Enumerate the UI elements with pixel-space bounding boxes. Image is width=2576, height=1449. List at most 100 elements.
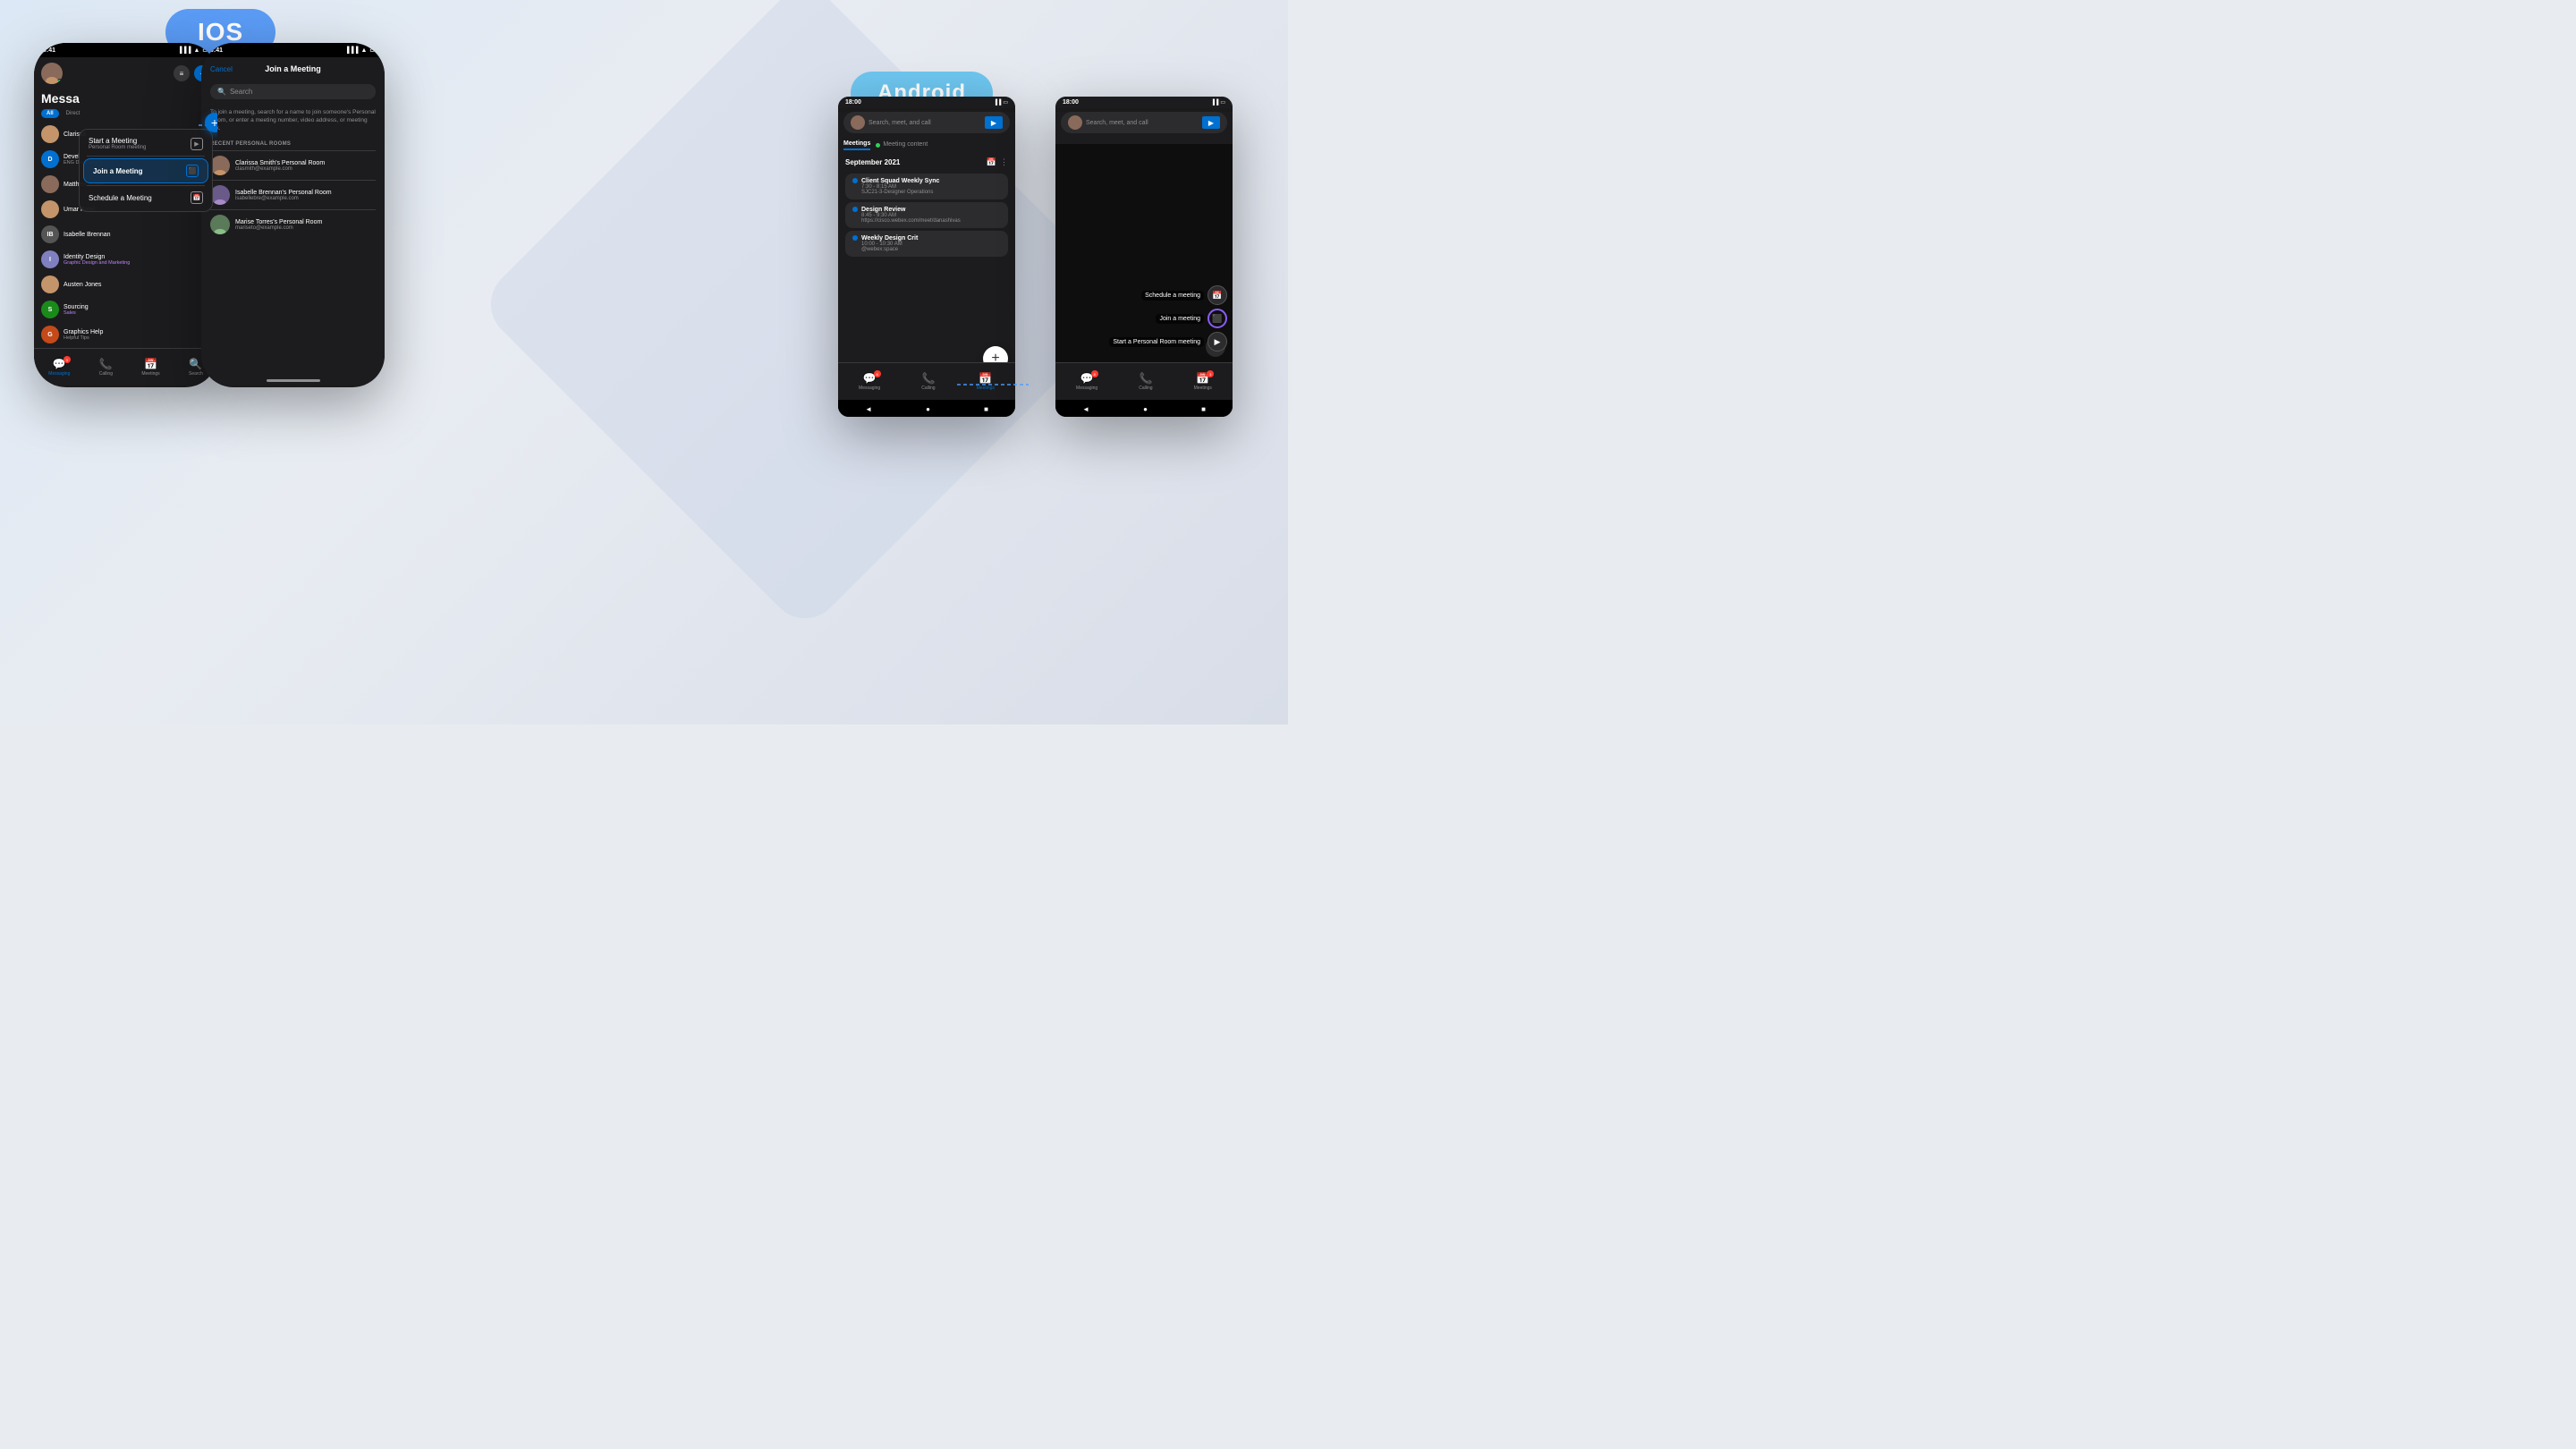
list-item[interactable]: IB Isabelle Brennan (34, 222, 217, 247)
list-item[interactable]: Weekly Design Crit 10:00 - 10:30 AM @web… (845, 231, 1008, 257)
schedule-meeting-item[interactable]: Schedule a Meeting 📅 (80, 186, 212, 209)
more-icon[interactable]: ⋮ (1000, 157, 1008, 167)
meeting-content-dot (876, 143, 880, 148)
overlay-start-item[interactable]: Start a Personal Room meeting ▶ (1109, 332, 1227, 352)
cancel-button[interactable]: Cancel (210, 65, 233, 73)
presence-dot (57, 79, 63, 84)
phone4-android-overlay: 18:00 ▐▐ ▭ Search, meet, and call ▶ Sche… (1055, 97, 1233, 417)
battery-icon-3: ▭ (1003, 99, 1008, 106)
recents-btn-4[interactable]: ■ (1201, 405, 1206, 413)
tab-meetings[interactable]: Meetings (843, 140, 870, 150)
user-avatar[interactable] (41, 63, 63, 84)
android-nav-calling-label-3: Calling (921, 386, 935, 391)
nav-messaging[interactable]: 💬 3 Messaging (48, 358, 70, 377)
search-placeholder: Search (230, 88, 252, 96)
join-label: Join a meeting (1156, 314, 1204, 324)
action-dropdown: Start a Meeting Personal Room meeting ▶ … (79, 129, 213, 212)
phone3-android-meetings: 18:00 ▐▐ ▭ Search, meet, and call ▶ Meet… (838, 97, 1015, 417)
join-meeting-icon: ⬛ (186, 165, 199, 177)
calling-icon-3: 📞 (921, 372, 935, 385)
android-nav-meetings-4[interactable]: 📅 3 Meetings (1194, 372, 1212, 391)
recents-btn-3[interactable]: ■ (984, 405, 988, 413)
android-search-bar-3[interactable]: Search, meet, and call ▶ (843, 112, 1010, 133)
list-item[interactable]: S Sourcing Sales (34, 297, 217, 322)
list-item[interactable]: Austen Jones (34, 272, 217, 297)
start-icon-btn[interactable]: ▶ (1208, 332, 1227, 352)
android-nav-messaging-4[interactable]: 💬 8 Messaging (1076, 372, 1097, 391)
phone3-time: 18:00 (845, 99, 861, 106)
android-nav-messaging-label-3: Messaging (859, 386, 880, 391)
nav-messaging-label: Messaging (48, 371, 70, 377)
meeting-row-2: Design Review 8:45 - 9:30 AM https://cis… (852, 207, 1001, 224)
phone3-status-icons: ▐▐ ▭ (994, 99, 1008, 106)
home-btn-3[interactable]: ● (926, 405, 930, 413)
list-item[interactable]: G Graphics Help Helpful Tips (34, 322, 217, 347)
phone2-status-bar: 9:41 ▐▐▐ ▲ ▭ (201, 43, 385, 57)
battery-icon-4: ▭ (1220, 99, 1225, 106)
start-meeting-sub: Personal Room meeting (89, 145, 146, 150)
schedule-icon-btn[interactable]: 📅 (1208, 285, 1227, 305)
tab-all[interactable]: All (41, 109, 59, 118)
schedule-label: Schedule a meeting (1141, 291, 1204, 301)
signal-icon-2: ▐▐▐ (345, 47, 359, 54)
room-info-isabelle: Isabelle Brennan's Personal Room isabell… (235, 190, 332, 201)
android-nav-calling-label-4: Calling (1139, 386, 1152, 391)
compose-icon[interactable]: ≡ (174, 65, 190, 81)
room-avatar-isabelle (210, 185, 230, 205)
phone2-ios-join: 9:41 ▐▐▐ ▲ ▭ Cancel Join a Meeting 🔍 Sea… (201, 43, 385, 387)
start-meeting-item[interactable]: Start a Meeting Personal Room meeting ▶ (80, 131, 212, 156)
room-info-marise: Marise Torres's Personal Room mariseto@e… (235, 219, 322, 231)
meeting-dot-1 (852, 178, 858, 183)
android-nav-meetings-3[interactable]: 📅 Meetings (977, 372, 995, 391)
join-search-bar[interactable]: 🔍 Search (210, 84, 376, 99)
android-system-nav-4: ◄ ● ■ (1055, 400, 1233, 417)
meetings-badge-4: 3 (1207, 370, 1214, 377)
room-avatar-marise (210, 215, 230, 234)
nav-meetings[interactable]: 📅 Meetings (141, 358, 159, 377)
meetings-icon-3: 📅 (979, 372, 992, 385)
tab-meeting-content-label: Meeting content (883, 141, 928, 149)
back-btn-3[interactable]: ◄ (865, 405, 872, 413)
join-icon-btn[interactable]: ⬛ (1208, 309, 1227, 328)
contact-info-austen: Austen Jones (64, 282, 101, 288)
search-placeholder-3: Search, meet, and call (869, 120, 931, 126)
bottom-navigation: 💬 3 Messaging 📞 Calling 📅 Meetings 🔍 Sea… (34, 348, 217, 386)
android-nav-calling-3[interactable]: 📞 Calling (921, 372, 935, 391)
overlay-schedule-item[interactable]: Schedule a meeting 📅 (1109, 285, 1227, 305)
android-nav-messaging-3[interactable]: 💬 8 Messaging (859, 372, 880, 391)
android-bottom-nav-3: 💬 8 Messaging 📞 Calling 📅 Meetings (838, 362, 1015, 400)
list-item[interactable]: Marise Torres's Personal Room mariseto@e… (201, 210, 385, 239)
list-item[interactable]: Design Review 8:45 - 9:30 AM https://cis… (845, 202, 1008, 228)
home-btn-4[interactable]: ● (1143, 405, 1148, 413)
list-item[interactable]: Clarissa Smith's Personal Room clasmith@… (201, 151, 385, 180)
nav-meetings-label: Meetings (141, 371, 159, 377)
contact-avatar-s: S (41, 301, 59, 318)
user-avatar-4 (1068, 115, 1082, 130)
calling-icon-4: 📞 (1139, 372, 1152, 385)
android-nav-meetings-label-3: Meetings (977, 386, 995, 391)
android-search-bar-4[interactable]: Search, meet, and call ▶ (1061, 112, 1227, 133)
tab-direct[interactable]: Direct (63, 109, 84, 118)
contact-avatar-g: G (41, 326, 59, 343)
overlay-join-item[interactable]: Join a meeting ⬛ (1109, 309, 1227, 328)
meeting-row-3: Weekly Design Crit 10:00 - 10:30 AM @web… (852, 235, 1001, 252)
calendar-icon[interactable]: 📅 (987, 157, 996, 167)
phone4-status-icons: ▐▐ ▭ (1211, 99, 1225, 106)
nav-calling[interactable]: 📞 Calling (99, 358, 113, 377)
phone1-ios-messaging: 9:41 ▐▐▐ ▲ ▭ ≡ + Messa All Direct Cla (34, 43, 217, 387)
join-header: Cancel Join a Meeting (201, 57, 385, 80)
phone4-content: Search, meet, and call ▶ Schedule a meet… (1055, 112, 1233, 417)
android-nav-calling-4[interactable]: 📞 Calling (1139, 372, 1152, 391)
video-icon-3: ▶ (985, 116, 1003, 129)
tab-meeting-content[interactable]: Meeting content (876, 140, 928, 150)
video-btn-4[interactable]: ▶ (1202, 116, 1220, 129)
list-item[interactable]: Client Squad Weekly Sync 7:30 - 8:15 AM … (845, 174, 1008, 199)
video-btn-3[interactable]: ▶ (985, 116, 1003, 129)
phone3-status-bar: 18:00 ▐▐ ▭ (838, 97, 1015, 108)
meeting-dot-3 (852, 235, 858, 241)
back-btn-4[interactable]: ◄ (1082, 405, 1089, 413)
list-item[interactable]: I Identity Design Graphic Design and Mar… (34, 247, 217, 272)
list-item[interactable]: Isabelle Brennan's Personal Room isabell… (201, 181, 385, 209)
join-meeting-item[interactable]: Join a Meeting ⬛ (83, 158, 208, 183)
dropdown-divider-1 (87, 156, 205, 157)
